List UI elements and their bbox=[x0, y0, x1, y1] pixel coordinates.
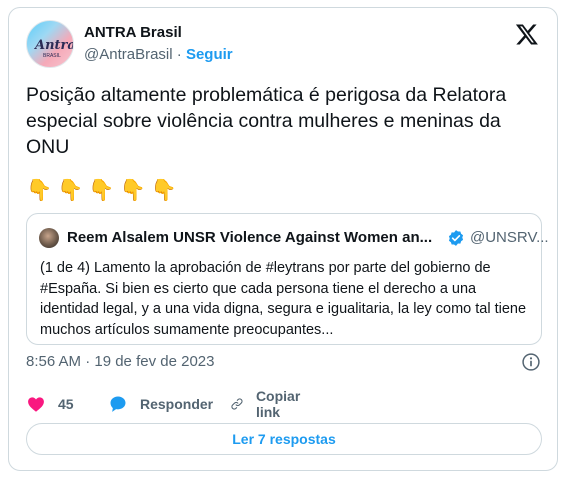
copy-link-label: Copiar link bbox=[255, 388, 301, 420]
pointing-down-emoji: 👇 bbox=[88, 178, 115, 202]
reply-button[interactable]: Responder bbox=[108, 393, 213, 415]
quoted-tweet-text: (1 de 4) Lamento la aprobación de #leytr… bbox=[40, 260, 527, 338]
quoted-author-avatar bbox=[39, 228, 59, 248]
like-button[interactable]: 45 bbox=[26, 393, 74, 415]
like-count: 45 bbox=[58, 396, 74, 412]
x-logo-icon[interactable] bbox=[515, 22, 539, 46]
emoji-row: 👇 👇 👇 👇 👇 bbox=[26, 178, 177, 203]
avatar-logo-subtext: BRASIL bbox=[43, 53, 61, 59]
follow-button[interactable]: Seguir bbox=[186, 46, 233, 63]
avatar-logo-text: Antra bbox=[35, 38, 74, 53]
tweet-timestamp[interactable]: 8:56 AM · 19 de fev de 2023 bbox=[26, 353, 214, 370]
tweet-text: Posição altamente problemática é perigos… bbox=[26, 84, 507, 158]
quoted-author-name: Reem Alsalem UNSR Violence Against Women… bbox=[67, 229, 433, 246]
pointing-down-emoji: 👇 bbox=[119, 178, 146, 202]
author-handle[interactable]: @AntraBrasil bbox=[84, 46, 173, 63]
info-icon[interactable] bbox=[521, 352, 541, 372]
pointing-down-emoji: 👇 bbox=[150, 178, 177, 202]
heart-icon bbox=[28, 397, 44, 412]
read-replies-button[interactable]: Ler 7 respostas bbox=[26, 423, 542, 455]
meta-separator: · bbox=[176, 46, 182, 63]
author-meta: @AntraBrasil · Seguir bbox=[84, 46, 233, 63]
pointing-down-emoji: 👇 bbox=[57, 178, 84, 202]
link-icon bbox=[231, 398, 243, 410]
reply-label: Responder bbox=[140, 396, 214, 412]
author-name[interactable]: ANTRA Brasil bbox=[84, 24, 182, 41]
pointing-down-emoji: 👇 bbox=[26, 178, 53, 202]
quoted-author-handle: @UNSRV... bbox=[470, 229, 549, 246]
verified-badge-icon bbox=[448, 230, 464, 246]
tweet-card: Antra BRASIL ANTRA Brasil @AntraBrasil ·… bbox=[8, 7, 558, 471]
quoted-tweet[interactable]: Reem Alsalem UNSR Violence Against Women… bbox=[26, 213, 549, 345]
reply-bubble-icon bbox=[110, 396, 126, 412]
copy-link-button[interactable]: Copiar link bbox=[230, 388, 306, 420]
author-avatar[interactable]: Antra BRASIL bbox=[26, 20, 74, 68]
